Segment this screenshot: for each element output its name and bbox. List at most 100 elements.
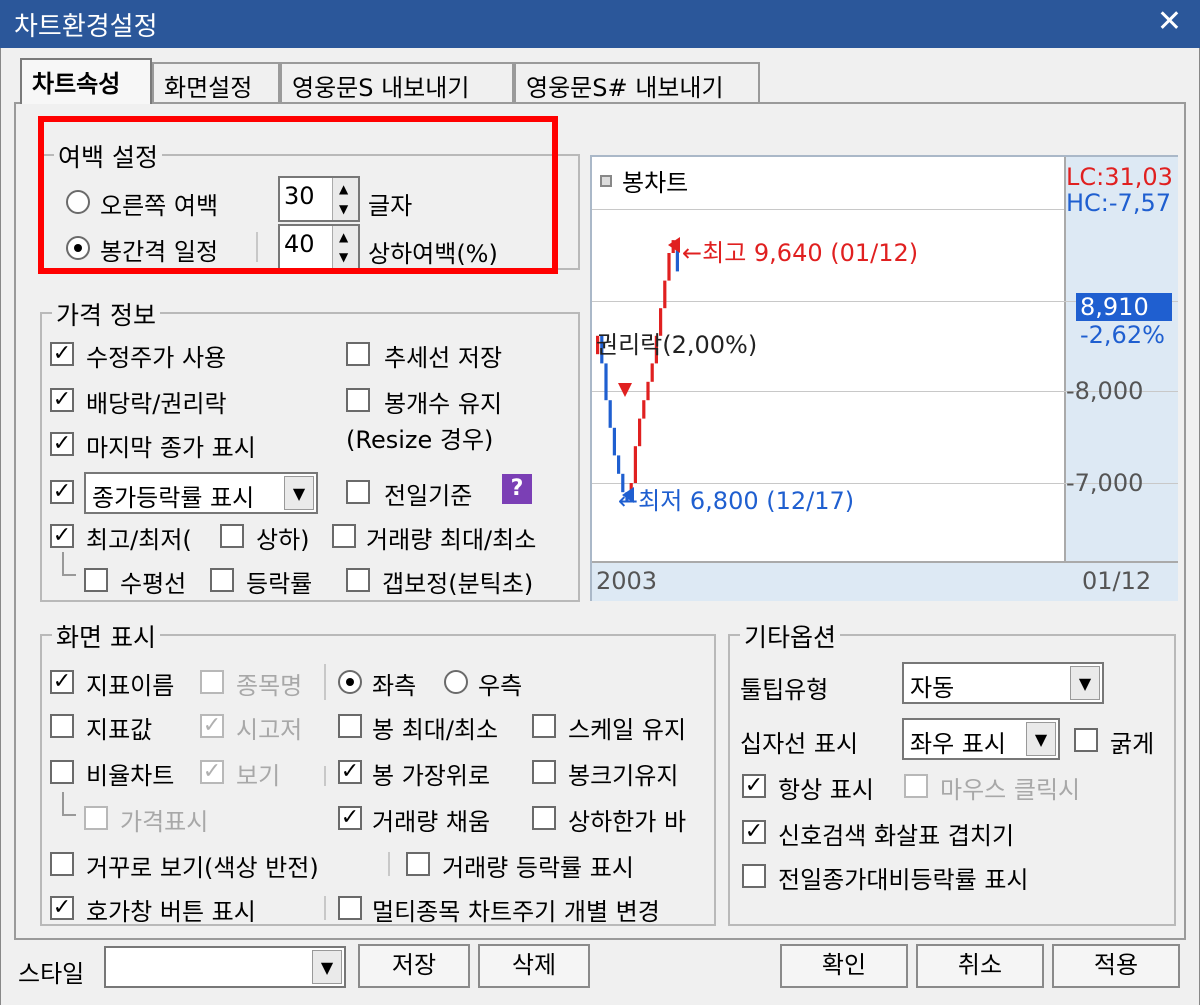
save-button[interactable]: 저장 bbox=[358, 944, 470, 988]
highlight-box bbox=[38, 116, 558, 274]
tooltip-combo[interactable]: 자동 ▼ bbox=[902, 662, 1104, 704]
vol-fill-checkbox[interactable]: ✓ bbox=[338, 806, 362, 830]
style-label: 스타일 bbox=[18, 960, 85, 988]
cross-value: 좌우 표시 bbox=[910, 730, 1006, 758]
updown-checkbox[interactable] bbox=[220, 524, 244, 548]
ind-value-checkbox[interactable] bbox=[50, 714, 74, 738]
prev-close-rate-checkbox[interactable] bbox=[742, 864, 766, 888]
low-label: ←최저 6,800 (12/17) bbox=[618, 487, 855, 515]
ind-value-label: 지표값 bbox=[86, 716, 153, 744]
last-close-checkbox[interactable]: ✓ bbox=[50, 432, 74, 456]
pct-tag: -2,62% bbox=[1080, 321, 1165, 349]
right-label: 우측 bbox=[478, 672, 523, 700]
reverse-label: 거꾸로 보기(색상 반전) bbox=[86, 854, 319, 882]
reverse-checkbox[interactable] bbox=[50, 852, 74, 876]
prev-close-rate-label: 전일종가대비등락률 표시 bbox=[778, 866, 1029, 894]
date-label: 01/12 bbox=[1082, 567, 1152, 595]
hline-checkbox[interactable] bbox=[84, 568, 108, 592]
candle bbox=[663, 280, 667, 309]
candle bbox=[617, 455, 621, 474]
mouse-click-checkbox[interactable] bbox=[904, 774, 928, 798]
signal-arrow-label: 신호검색 화살표 겹치기 bbox=[778, 822, 1015, 850]
left-radio[interactable] bbox=[338, 670, 362, 694]
volume-maxmin-label: 거래량 최대/최소 bbox=[366, 526, 537, 554]
close-rate-combo[interactable]: 종가등락률 표시 ▼ bbox=[84, 472, 318, 514]
chevron-down-icon[interactable]: ▼ bbox=[1070, 666, 1100, 700]
hoga-btn-checkbox[interactable]: ✓ bbox=[50, 896, 74, 920]
chart-preview: 봉차트 LC:31,03 HC:-7,57 ←최고 9,640 (01/12) … bbox=[590, 155, 1178, 601]
multi-checkbox[interactable] bbox=[338, 896, 362, 920]
price-axis bbox=[1064, 157, 1178, 561]
hc-label: HC:-7,57 bbox=[1066, 189, 1171, 217]
rights-arrow-icon bbox=[618, 383, 632, 397]
view-checkbox[interactable]: ✓ bbox=[200, 760, 224, 784]
close-icon[interactable]: ✕ bbox=[1157, 4, 1182, 39]
ok-button[interactable]: 확인 bbox=[780, 944, 908, 988]
trend-save-checkbox[interactable] bbox=[346, 342, 370, 366]
high-low-label: 최고/최저( bbox=[86, 526, 192, 554]
candle bbox=[608, 400, 612, 428]
keep-count-note: (Resize 경우) bbox=[346, 426, 494, 454]
style-combo[interactable]: ▼ bbox=[104, 946, 346, 988]
tick-7000: -7,000 bbox=[1066, 469, 1144, 497]
help-icon[interactable]: ? bbox=[502, 474, 532, 504]
hline-label: 수평선 bbox=[120, 570, 187, 598]
prev-day-checkbox[interactable] bbox=[346, 480, 370, 504]
keep-scale-label: 스케일 유지 bbox=[568, 716, 687, 744]
ratio-chart-label: 비율차트 bbox=[86, 762, 175, 790]
rate-checkbox[interactable] bbox=[210, 568, 234, 592]
mouse-click-label: 마우스 클릭시 bbox=[940, 776, 1081, 804]
ind-name-checkbox[interactable]: ✓ bbox=[50, 670, 74, 694]
volume-maxmin-checkbox[interactable] bbox=[332, 524, 356, 548]
sigoje-checkbox[interactable]: ✓ bbox=[200, 714, 224, 738]
keep-count-checkbox[interactable] bbox=[346, 388, 370, 412]
dividend-checkbox[interactable]: ✓ bbox=[50, 388, 74, 412]
close-rate-checkbox[interactable]: ✓ bbox=[50, 480, 74, 504]
chart-legend: 봉차트 bbox=[622, 169, 689, 197]
close-rate-value: 종가등락률 표시 bbox=[92, 484, 255, 512]
tab-chart-props[interactable]: 차트속성 bbox=[20, 58, 152, 104]
tab-export-s[interactable]: 영웅문S 내보내기 bbox=[280, 62, 514, 102]
chevron-down-icon[interactable]: ▼ bbox=[1026, 722, 1056, 756]
candle-maxmin-checkbox[interactable] bbox=[338, 714, 362, 738]
trend-save-label: 추세선 저장 bbox=[384, 344, 503, 372]
chevron-down-icon[interactable]: ▼ bbox=[312, 950, 342, 984]
etc-options-title: 기타옵션 bbox=[740, 618, 841, 654]
keep-scale-checkbox[interactable] bbox=[532, 714, 556, 738]
year-label: 2003 bbox=[596, 567, 658, 595]
right-radio[interactable] bbox=[444, 670, 468, 694]
chevron-down-icon[interactable]: ▼ bbox=[284, 476, 314, 510]
tooltip-label: 툴팁유형 bbox=[740, 676, 829, 704]
separator bbox=[388, 852, 390, 876]
apply-button[interactable]: 적용 bbox=[1052, 944, 1180, 988]
candle bbox=[638, 418, 642, 447]
adj-price-checkbox[interactable]: ✓ bbox=[50, 342, 74, 366]
high-low-checkbox[interactable]: ✓ bbox=[50, 524, 74, 548]
vol-rate-label: 거래량 등락률 표시 bbox=[442, 854, 634, 882]
cross-combo[interactable]: 좌우 표시 ▼ bbox=[902, 718, 1060, 760]
signal-arrow-checkbox[interactable]: ✓ bbox=[742, 820, 766, 844]
candle bbox=[667, 253, 671, 281]
tab-export-s-sharp[interactable]: 영웅문S# 내보내기 bbox=[514, 62, 760, 102]
always-checkbox[interactable]: ✓ bbox=[742, 774, 766, 798]
ratio-chart-checkbox[interactable] bbox=[50, 760, 74, 784]
delete-button[interactable]: 삭제 bbox=[478, 944, 590, 988]
candle-top-checkbox[interactable]: ✓ bbox=[338, 760, 362, 784]
candle-top-label: 봉 가장위로 bbox=[372, 762, 491, 790]
candle bbox=[642, 400, 646, 419]
keep-size-checkbox[interactable] bbox=[532, 760, 556, 784]
stock-name-checkbox[interactable] bbox=[200, 670, 224, 694]
tree-connector bbox=[62, 792, 76, 816]
limit-bar-label: 상하한가 바 bbox=[568, 808, 687, 836]
gap-label: 갭보정(분틱초) bbox=[382, 570, 534, 598]
price-disp-checkbox[interactable] bbox=[84, 806, 108, 830]
view-label: 보기 bbox=[236, 762, 281, 790]
bold-label: 굵게 bbox=[1110, 730, 1155, 758]
cancel-button[interactable]: 취소 bbox=[916, 944, 1044, 988]
bold-checkbox[interactable] bbox=[1074, 728, 1098, 752]
stock-name-label: 종목명 bbox=[236, 672, 303, 700]
gap-checkbox[interactable] bbox=[346, 568, 370, 592]
limit-bar-checkbox[interactable] bbox=[532, 806, 556, 830]
vol-rate-checkbox[interactable] bbox=[406, 852, 430, 876]
tab-screen-settings[interactable]: 화면설정 bbox=[152, 62, 280, 102]
